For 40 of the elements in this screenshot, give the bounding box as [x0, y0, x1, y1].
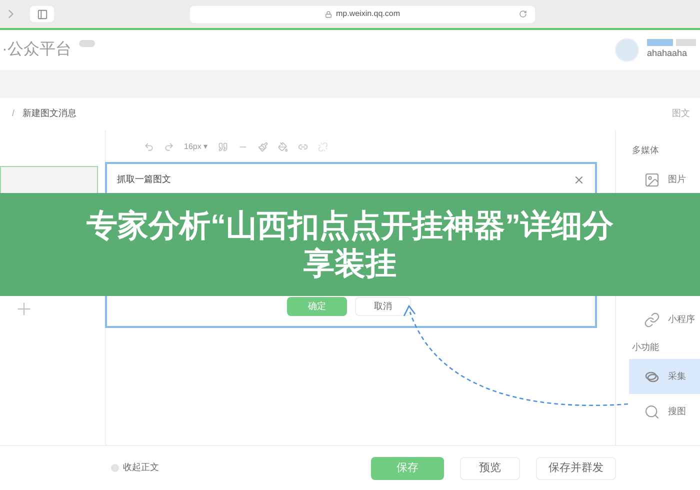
footer-button[interactable]: 预览 [460, 456, 520, 480]
username-text: ahahaaha [647, 47, 688, 60]
dialog-button[interactable]: 取消 [355, 297, 411, 316]
paint-bucket-icon[interactable] [278, 142, 288, 152]
sidebar-item[interactable]: 小程序 [629, 302, 700, 337]
unlink-icon[interactable] [318, 142, 328, 152]
headline-text: 专家分析“山西扣点点开挂神器”详细分享装挂 [86, 206, 614, 282]
footer-button[interactable]: 保存并群发 [536, 456, 616, 480]
font-size-dropdown[interactable]: 16px ▾ [184, 142, 208, 152]
lock-icon [324, 10, 332, 18]
collapse-text-label[interactable]: 收起正文 [123, 461, 159, 475]
account-tag [676, 39, 696, 46]
sidebar-item[interactable]: 搜图 [629, 394, 700, 429]
search-icon [644, 404, 660, 420]
reload-icon[interactable] [519, 10, 527, 18]
quote-icon[interactable] [218, 142, 228, 152]
section-title: 多媒体 [631, 144, 660, 158]
site-logo-text: ·公众平台 [2, 40, 72, 60]
dialog-title: 抓取一篇图文 [117, 173, 171, 186]
account-tag [647, 39, 673, 46]
redo-icon[interactable] [164, 142, 174, 152]
history-link[interactable]: 图文 [672, 107, 690, 121]
address-bar[interactable]: mp.weixin.qq.com [190, 6, 535, 22]
undo-icon[interactable] [144, 142, 154, 152]
link-icon [644, 312, 660, 328]
brush-icon[interactable] [258, 142, 268, 152]
breadcrumb-current: 新建图文消息 [22, 107, 77, 120]
image-icon [644, 172, 660, 188]
avatar[interactable] [615, 38, 639, 62]
sidebar-item[interactable]: 采集 [629, 359, 700, 394]
breadcrumb-separator: / [12, 107, 15, 120]
link-icon[interactable] [298, 142, 308, 152]
close-icon[interactable] [573, 174, 585, 186]
article-thumbnail-card[interactable] [0, 166, 98, 193]
version-badge [79, 40, 96, 47]
sidebar-item[interactable]: 图片 [629, 162, 700, 197]
section-title: 小功能 [631, 341, 660, 354]
sidebar-icon [36, 8, 48, 20]
url-text: mp.weixin.qq.com [336, 8, 400, 20]
sidebar-toggle-button[interactable] [30, 6, 54, 22]
